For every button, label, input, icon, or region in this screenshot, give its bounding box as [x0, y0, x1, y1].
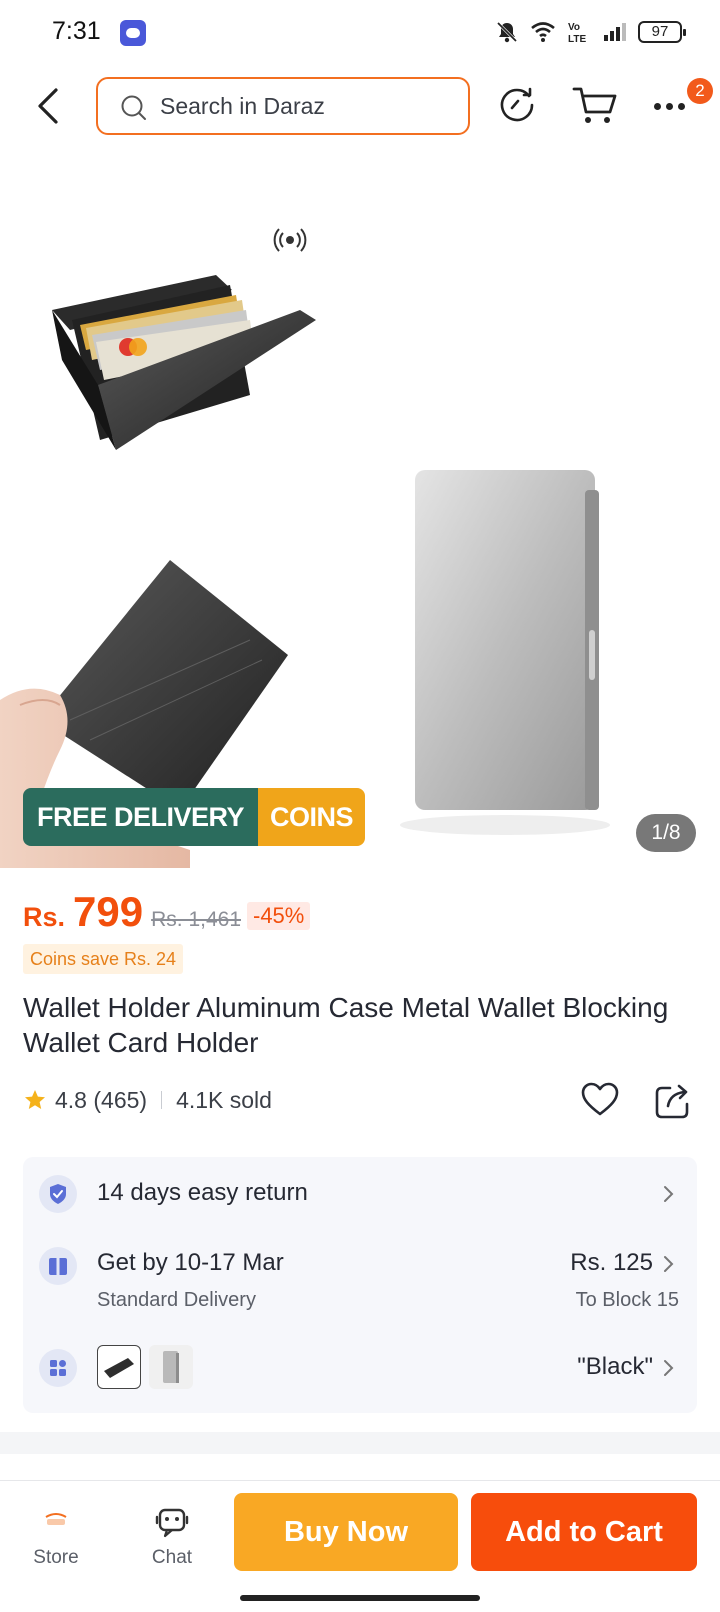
product-title: Wallet Holder Aluminum Case Metal Wallet… — [23, 992, 669, 1058]
coins-tag: COINS — [258, 788, 366, 846]
price-currency: Rs. — [23, 902, 66, 932]
chevron-left-icon — [38, 88, 58, 124]
volte-icon: Vo LTE — [568, 22, 586, 45]
search-icon — [121, 95, 146, 120]
product-image-gallery[interactable]: FREE DELIVERY COINS 1/8 — [0, 160, 720, 868]
coins-save-tag: Coins save Rs. 24 — [23, 944, 184, 974]
wishlist-button[interactable] — [580, 1080, 620, 1120]
back-button[interactable] — [30, 84, 70, 128]
chat-bot-icon — [155, 1508, 189, 1538]
variant-row[interactable]: "Black" — [23, 1327, 697, 1407]
top-header — [0, 70, 720, 140]
variant-thumb-silver[interactable] — [149, 1345, 193, 1389]
status-time: 7:31 — [52, 17, 101, 45]
silver-wallet-illustration — [400, 470, 610, 835]
return-policy-row[interactable]: 14 days easy return — [23, 1157, 697, 1227]
package-icon — [39, 1247, 77, 1285]
discount-badge: -45% — [247, 902, 311, 930]
store-label: Store — [33, 1547, 79, 1568]
home-indicator[interactable] — [240, 1595, 480, 1601]
chat-label: Chat — [151, 1547, 193, 1568]
svg-text:LTE: LTE — [568, 34, 586, 45]
price-row: Rs. 799 Rs. 1,461 -45% — [23, 888, 311, 935]
section-divider — [0, 1432, 720, 1454]
battery-indicator: 97 — [638, 21, 686, 43]
return-policy-text: 14 days easy return — [97, 1179, 308, 1206]
original-price: Rs. 1,461 — [151, 908, 241, 931]
status-icons: Vo LTE 97 — [494, 18, 686, 46]
delivery-type: Standard Delivery — [97, 1289, 256, 1311]
image-counter: 1/8 — [636, 814, 696, 852]
free-delivery-tag: FREE DELIVERY — [23, 788, 259, 846]
bottom-action-bar: Store Chat Buy Now Add to Cart — [0, 1480, 720, 1612]
delivery-location: To Block 15 — [575, 1289, 679, 1311]
shield-check-icon — [39, 1175, 77, 1213]
delivery-row[interactable]: Get by 10-17 Mar Standard Delivery Rs. 1… — [23, 1227, 697, 1327]
more-horizontal-icon — [654, 103, 690, 110]
add-to-cart-button[interactable]: Add to Cart — [471, 1493, 697, 1571]
promo-banner: FREE DELIVERY COINS — [23, 788, 366, 846]
history-button[interactable] — [496, 84, 538, 126]
share-button[interactable] — [654, 1080, 692, 1120]
store-logo-icon — [45, 1513, 67, 1525]
star-icon — [25, 1090, 45, 1109]
variant-thumb-black[interactable] — [97, 1345, 141, 1389]
grid-icon — [39, 1349, 77, 1387]
svg-text:Vo: Vo — [568, 22, 580, 33]
chevron-right-icon — [664, 1360, 674, 1376]
signal-icon — [604, 23, 626, 41]
cart-icon — [572, 87, 617, 123]
weather-app-icon — [120, 20, 146, 46]
open-wallet-illustration — [52, 275, 316, 450]
chevron-right-icon — [664, 1186, 674, 1202]
heart-icon — [581, 1082, 619, 1116]
divider — [161, 1091, 163, 1109]
search-input[interactable] — [160, 79, 450, 133]
search-bar[interactable] — [96, 77, 470, 135]
rfid-icon — [273, 228, 307, 252]
buy-now-button[interactable]: Buy Now — [234, 1493, 458, 1571]
share-icon — [655, 1084, 689, 1119]
service-info-card: 14 days easy return Get by 10-17 Mar Sta… — [23, 1157, 697, 1413]
sold-count: 4.1K sold — [176, 1086, 272, 1113]
cart-button[interactable] — [572, 84, 618, 126]
chat-button[interactable]: Chat — [136, 1503, 208, 1577]
rating-row[interactable]: 4.8 (465) 4.1K sold — [23, 1083, 272, 1117]
delivery-date: Get by 10-17 Mar — [97, 1249, 284, 1276]
chevron-right-icon — [664, 1256, 674, 1272]
status-bar: 7:31 Vo LTE 97 — [0, 0, 720, 64]
wifi-icon — [531, 22, 555, 42]
notification-badge: 2 — [687, 78, 713, 104]
selected-variant: "Black" — [577, 1353, 653, 1380]
history-refresh-icon — [500, 87, 534, 122]
product-image — [0, 228, 610, 868]
rating-value: 4.8 (465) — [55, 1086, 148, 1113]
current-price: 799 — [73, 888, 144, 935]
mute-bell-icon — [496, 21, 518, 43]
delivery-fee: Rs. 125 — [570, 1249, 653, 1276]
store-button[interactable]: Store — [20, 1503, 92, 1577]
